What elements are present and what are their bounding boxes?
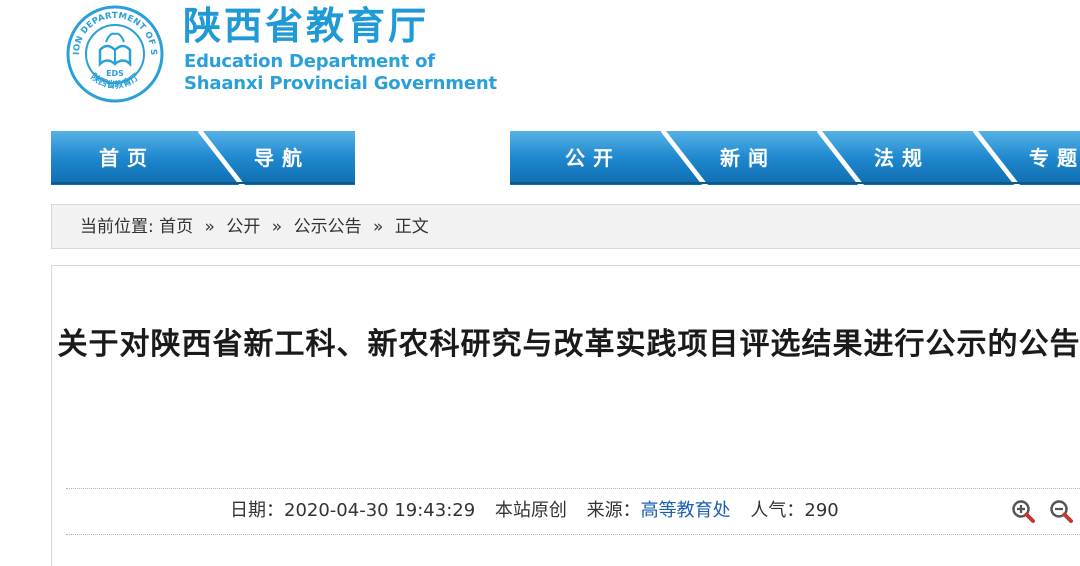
article-panel: 关于对陕西省新工科、新农科研究与改革实践项目评选结果进行公示的公告 日期：202… (51, 265, 1080, 566)
svg-text:EDS: EDS (106, 69, 124, 78)
nav-item-laws[interactable]: 法规 (874, 144, 930, 172)
article-title: 关于对陕西省新工科、新农科研究与改革实践项目评选结果进行公示的公告 (57, 327, 1080, 362)
meta-views-label: 人气： (750, 500, 805, 521)
meta-source: 来源：高等教育处 (587, 500, 731, 521)
zoom-in-icon[interactable] (1010, 498, 1036, 524)
breadcrumb-item-current: 正文 (394, 217, 429, 237)
site-header: EDUCATION DEPARTMENT OF SHAANXI 陕西省教育厅 E… (0, 0, 1080, 120)
breadcrumb-separator: » (271, 217, 283, 237)
meta-divider-bottom (66, 534, 1080, 535)
meta-date-value: 2020-04-30 19:43:29 (284, 500, 476, 521)
site-title-en-line2: Shaanxi Provincial Government (184, 73, 497, 94)
meta-date: 日期：2020-04-30 19:43:29 (230, 500, 475, 521)
breadcrumb: 当前位置: 首页 » 公开 » 公示公告 » 正文 (51, 204, 1080, 249)
breadcrumb-separator: » (372, 217, 384, 237)
meta-views: 人气：290 (750, 500, 838, 521)
meta-views-value: 290 (804, 500, 839, 521)
nav-item-topics[interactable]: 专题 (1029, 144, 1080, 172)
nav-item-navigation[interactable]: 导航 (254, 144, 310, 172)
department-logo-icon[interactable]: EDUCATION DEPARTMENT OF SHAANXI 陕西省教育厅 E… (60, 4, 170, 104)
site-title-cn: 陕西省教育厅 (183, 4, 430, 48)
breadcrumb-item-home[interactable]: 首页 (159, 217, 193, 237)
meta-date-label: 日期： (230, 500, 284, 521)
zoom-out-icon[interactable] (1048, 498, 1074, 524)
nav-group-right: 公开 新闻 法规 专题 (510, 131, 1080, 185)
article-meta: 日期：2020-04-30 19:43:29 本站原创 来源：高等教育处 人气：… (230, 498, 839, 524)
nav-item-home[interactable]: 首页 (99, 144, 155, 172)
nav-item-public[interactable]: 公开 (565, 144, 621, 172)
nav-item-news[interactable]: 新闻 (720, 144, 776, 172)
meta-divider-top (66, 488, 1080, 489)
breadcrumb-prefix: 当前位置: (80, 217, 154, 237)
meta-origin: 本站原创 (494, 500, 567, 521)
nav-group-left: 首页 导航 (51, 131, 355, 185)
site-title-en-line1: Education Department of (184, 51, 435, 72)
breadcrumb-item-public[interactable]: 公开 (226, 217, 260, 237)
breadcrumb-separator: » (204, 217, 215, 237)
meta-source-label: 来源： (586, 500, 641, 521)
main-nav: 首页 导航 公开 新闻 法规 专题 (0, 131, 1080, 185)
breadcrumb-item-notices[interactable]: 公示公告 (294, 217, 362, 237)
breadcrumb-trail: 当前位置: 首页 » 公开 » 公示公告 » 正文 (80, 215, 429, 239)
meta-source-link[interactable]: 高等教育处 (641, 500, 731, 521)
